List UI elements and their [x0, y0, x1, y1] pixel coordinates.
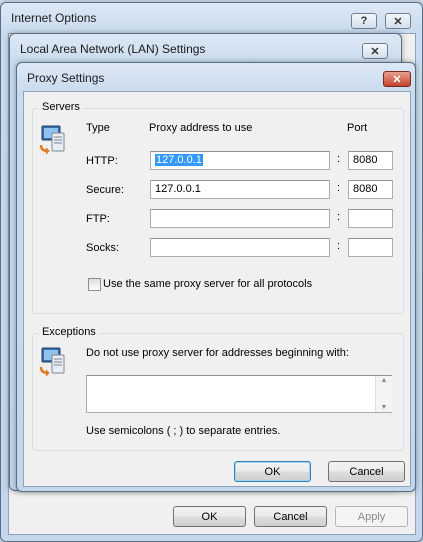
internet-options-cancel-button[interactable]: Cancel — [254, 506, 327, 527]
http-colon: : — [337, 153, 341, 165]
lan-settings-close-button[interactable]: ✕ — [362, 43, 388, 59]
exceptions-hint: Use semicolons ( ; ) to separate entries… — [86, 425, 281, 437]
socks-address-input[interactable] — [150, 238, 330, 257]
socks-colon: : — [337, 240, 341, 252]
ftp-label: FTP: — [86, 213, 110, 225]
servers-group-label: Servers — [39, 101, 83, 113]
lan-settings-title: Local Area Network (LAN) Settings — [20, 42, 206, 56]
ftp-colon: : — [337, 211, 341, 223]
internet-options-title: Internet Options — [11, 11, 97, 25]
exceptions-group-label: Exceptions — [39, 326, 99, 338]
internet-options-apply-button[interactable]: Apply — [335, 506, 408, 527]
proxy-settings-window: Proxy Settings ✕ Servers Type Proxy addr… — [16, 62, 416, 492]
scroll-up-arrow-icon[interactable]: ▲ — [376, 377, 392, 384]
http-label: HTTP: — [86, 155, 118, 167]
computer-network-icon — [39, 125, 65, 155]
socks-port-input[interactable] — [348, 238, 393, 257]
type-column-header: Type — [86, 122, 110, 134]
proxy-settings-client: Servers Type Proxy address to use Port H… — [23, 91, 411, 487]
secure-colon: : — [337, 182, 341, 194]
same-proxy-label[interactable]: Use the same proxy server for all protoc… — [103, 278, 312, 290]
secure-port-input[interactable]: 8080 — [348, 180, 393, 199]
port-column-header: Port — [347, 122, 368, 134]
ok-button[interactable]: OK — [234, 461, 311, 482]
same-proxy-checkbox[interactable] — [88, 278, 101, 291]
exceptions-textarea[interactable] — [86, 375, 392, 413]
proxy-settings-title: Proxy Settings — [27, 71, 105, 85]
socks-label: Socks: — [86, 242, 120, 254]
exceptions-description: Do not use proxy server for addresses be… — [86, 347, 349, 359]
http-address-value: 127.0.0.1 — [155, 154, 203, 166]
scroll-down-arrow-icon[interactable]: ▼ — [376, 404, 392, 411]
cancel-button[interactable]: Cancel — [328, 461, 405, 482]
secure-address-input[interactable]: 127.0.0.1 — [150, 180, 330, 199]
http-port-input[interactable]: 8080 — [348, 151, 393, 170]
help-button[interactable]: ? — [351, 13, 377, 29]
proxy-settings-close-button[interactable]: ✕ — [383, 71, 411, 87]
http-address-input[interactable]: 127.0.0.1 — [150, 151, 330, 170]
internet-options-close-button[interactable]: ✕ — [385, 13, 411, 29]
ftp-port-input[interactable] — [348, 209, 393, 228]
secure-label: Secure: — [86, 184, 124, 196]
exceptions-scrollbar[interactable]: ▲ ▼ — [375, 376, 392, 412]
address-column-header: Proxy address to use — [149, 122, 253, 134]
internet-options-ok-button[interactable]: OK — [173, 506, 246, 527]
computer-network-icon — [39, 347, 65, 377]
ftp-address-input[interactable] — [150, 209, 330, 228]
